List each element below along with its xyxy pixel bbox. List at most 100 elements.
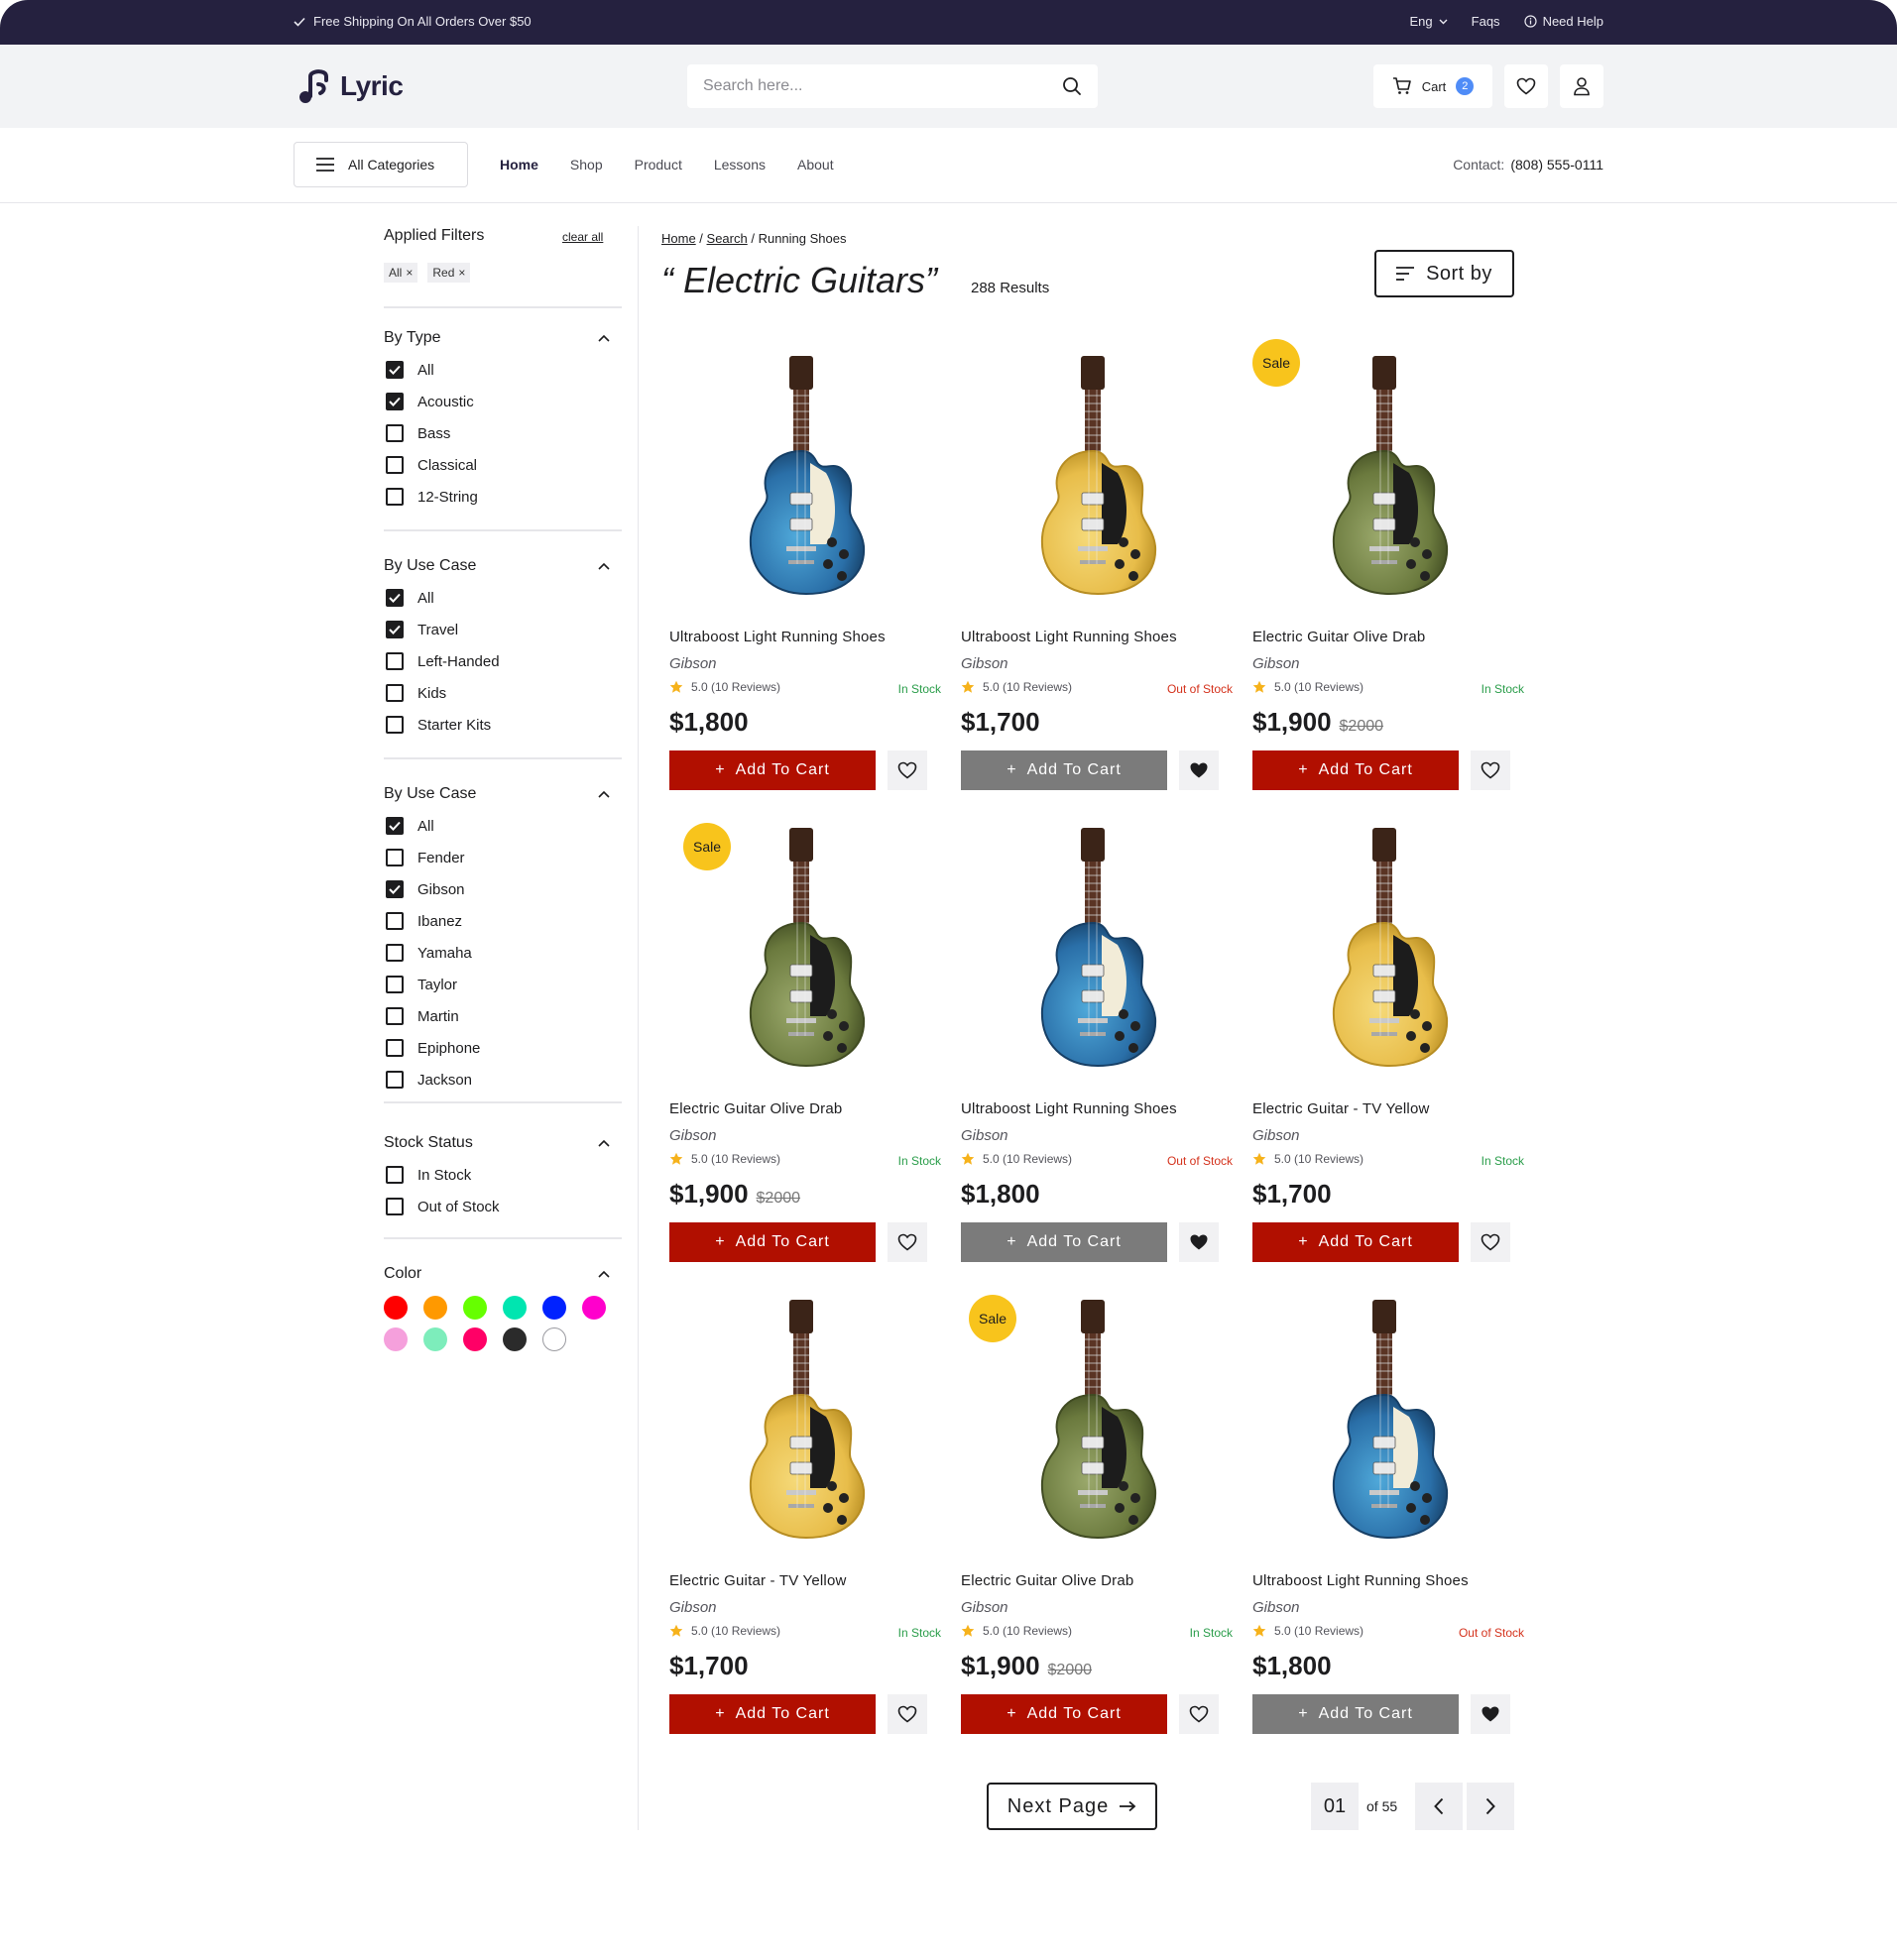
breadcrumb-home[interactable]: Home [661,231,696,246]
add-to-cart-button[interactable]: + Add To Cart [961,1222,1167,1262]
checkbox[interactable] [386,912,404,930]
add-to-cart-button[interactable]: + Add To Cart [1252,1222,1459,1262]
checkbox[interactable] [386,621,404,638]
checkbox[interactable] [386,716,404,734]
product-card[interactable]: Ultraboost Light Running Shoes Gibson 5.0 … [661,334,941,800]
checkbox[interactable] [386,361,404,379]
wishlist-toggle[interactable] [1471,1694,1510,1734]
wishlist-toggle[interactable] [888,750,927,790]
color-swatch[interactable] [384,1296,408,1320]
cart-button[interactable]: Cart 2 [1373,64,1492,108]
product-card[interactable]: Ultraboost Light Running Shoes Gibson 5.0 … [953,334,1233,800]
add-to-cart-button[interactable]: + Add To Cart [669,1694,876,1734]
color-swatch[interactable] [384,1327,408,1351]
filter-option[interactable]: Martin [384,1000,622,1032]
chevron-up-icon[interactable] [598,1139,610,1147]
filter-option[interactable]: Acoustic [384,386,622,417]
product-image[interactable] [1245,1278,1524,1556]
product-name[interactable]: Ultraboost Light Running Shoes [669,629,886,645]
filter-chip-red[interactable]: Red × [427,263,471,283]
language-select[interactable]: Eng [1410,14,1448,29]
checkbox[interactable] [386,1198,404,1215]
product-name[interactable]: Electric Guitar Olive Drab [961,1572,1133,1589]
filter-option[interactable]: Bass [384,417,622,449]
breadcrumb-search[interactable]: Search [707,231,748,246]
product-name[interactable]: Electric Guitar - TV Yellow [1252,1100,1430,1117]
filter-group-header[interactable]: By Use Case [384,784,622,804]
product-name[interactable]: Electric Guitar Olive Drab [1252,629,1425,645]
prev-page-button[interactable] [1415,1783,1463,1830]
nav-about[interactable]: About [797,157,834,173]
filter-option[interactable]: Out of Stock [384,1191,622,1222]
filter-option[interactable]: Fender [384,842,622,873]
filter-option[interactable]: Taylor [384,969,622,1000]
nav-lessons[interactable]: Lessons [714,157,766,173]
product-image[interactable] [1245,806,1524,1084]
filter-group-header[interactable]: Stock Status [384,1133,622,1153]
filter-option[interactable]: Starter Kits [384,709,622,741]
filter-option[interactable]: Left-Handed [384,645,622,677]
filter-option[interactable]: All [384,810,622,842]
checkbox[interactable] [386,1039,404,1057]
filter-option[interactable]: All [384,582,622,614]
faqs-link[interactable]: Faqs [1472,14,1500,29]
search-input[interactable] [703,77,1062,95]
checkbox[interactable] [386,849,404,866]
checkbox[interactable] [386,944,404,962]
product-card[interactable]: Electric Guitar Olive Drab Gibson 5.0 (10 … [1245,334,1524,800]
product-card[interactable]: Electric Guitar Olive Drab Gibson 5.0 (10 … [953,1278,1233,1744]
next-page-arrow-button[interactable] [1467,1783,1514,1830]
search-icon[interactable] [1062,76,1082,96]
need-help-link[interactable]: Need Help [1523,14,1603,29]
close-icon[interactable]: × [406,266,413,280]
checkbox[interactable] [386,393,404,410]
logo[interactable]: Lyric [296,66,404,106]
nav-home[interactable]: Home [500,157,538,173]
wishlist-toggle[interactable] [1471,750,1510,790]
checkbox[interactable] [386,976,404,993]
nav-product[interactable]: Product [635,157,682,173]
filter-option[interactable]: In Stock [384,1159,622,1191]
filter-option[interactable]: Yamaha [384,937,622,969]
checkbox[interactable] [386,1007,404,1025]
color-swatch[interactable] [503,1296,527,1320]
product-name[interactable]: Ultraboost Light Running Shoes [961,1100,1177,1117]
chevron-up-icon[interactable] [598,334,610,342]
checkbox[interactable] [386,817,404,835]
product-card[interactable]: Ultraboost Light Running Shoes Gibson 5.0 … [1245,1278,1524,1744]
filter-option[interactable]: All [384,354,622,386]
filter-option[interactable]: Travel [384,614,622,645]
filter-chip-all[interactable]: All × [384,263,418,283]
contact-phone[interactable]: (808) 555-0111 [1510,157,1603,173]
filter-option[interactable]: Classical [384,449,622,481]
color-swatch[interactable] [463,1327,487,1351]
wishlist-toggle[interactable] [1179,750,1219,790]
color-swatch[interactable] [463,1296,487,1320]
wishlist-toggle[interactable] [1179,1222,1219,1262]
add-to-cart-button[interactable]: + Add To Cart [669,1222,876,1262]
product-image[interactable] [661,1278,941,1556]
color-swatch[interactable] [503,1327,527,1351]
checkbox[interactable] [386,652,404,670]
product-card[interactable]: Electric Guitar Olive Drab Gibson 5.0 (10 … [661,806,941,1272]
product-card[interactable]: Electric Guitar - TV Yellow Gibson 5.0 (10… [1245,806,1524,1272]
product-image[interactable] [661,334,941,612]
wishlist-toggle[interactable] [888,1694,927,1734]
product-name[interactable]: Ultraboost Light Running Shoes [1252,1572,1469,1589]
wishlist-toggle[interactable] [1471,1222,1510,1262]
product-name[interactable]: Electric Guitar - TV Yellow [669,1572,847,1589]
close-icon[interactable]: × [458,266,465,280]
next-page-button[interactable]: Next Page [987,1783,1157,1830]
filter-option[interactable]: Epiphone [384,1032,622,1064]
checkbox[interactable] [386,589,404,607]
checkbox[interactable] [386,488,404,506]
add-to-cart-button[interactable]: + Add To Cart [1252,750,1459,790]
account-button[interactable] [1560,64,1603,108]
wishlist-button[interactable] [1504,64,1548,108]
chevron-up-icon[interactable] [598,790,610,798]
sort-by-button[interactable]: Sort by [1374,250,1514,297]
color-swatch[interactable] [582,1296,606,1320]
checkbox[interactable] [386,1166,404,1184]
add-to-cart-button[interactable]: + Add To Cart [961,750,1167,790]
add-to-cart-button[interactable]: + Add To Cart [669,750,876,790]
